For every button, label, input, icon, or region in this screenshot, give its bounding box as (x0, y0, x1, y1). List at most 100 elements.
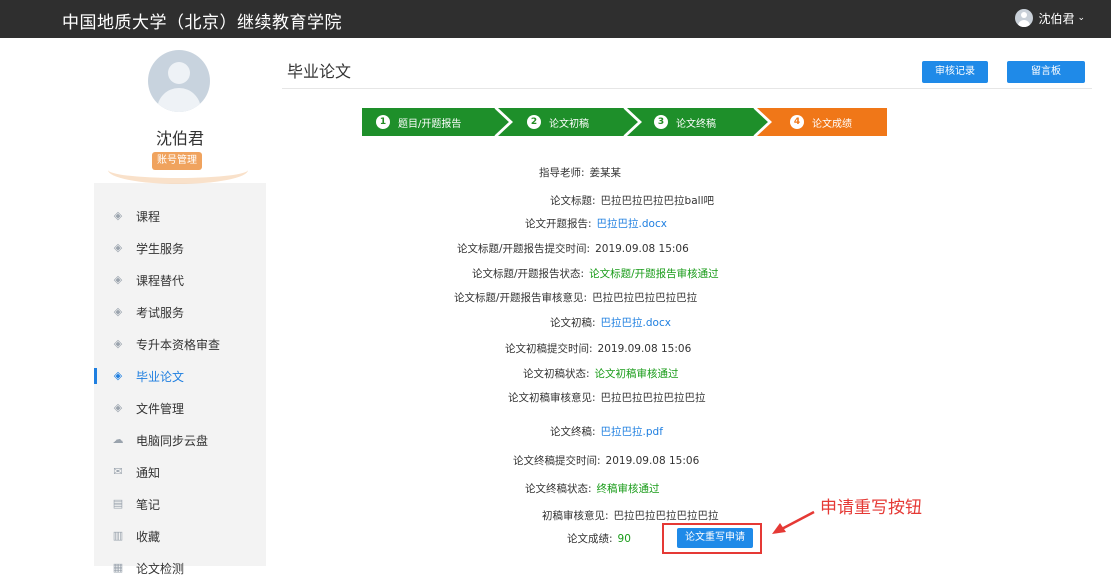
sidebar-item[interactable]: ▥ 收藏 (94, 520, 266, 552)
title-label: 论文标题: (550, 195, 596, 207)
sidebar-item[interactable]: ◈ 专升本资格审查 (94, 328, 266, 360)
draft-opinion-label: 论文初稿审核意见: (508, 392, 596, 404)
proposal-time-row: 论文标题/开题报告提交时间: 2019.09.08 15:06 (457, 241, 689, 256)
sidebar-item-label: 专升本资格审查 (136, 337, 221, 352)
profile-name: 沈伯君 (155, 129, 204, 148)
draft-status-label: 论文初稿状态: (523, 368, 590, 380)
graduation-cap-icon: ◈ (113, 273, 123, 286)
score-value: 90 (617, 533, 631, 545)
step-number: 4 (790, 115, 804, 129)
draft-label: 论文初稿: (550, 317, 596, 329)
draft-file-link[interactable]: 巴拉巴拉.docx (601, 317, 671, 329)
final-file-link[interactable]: 巴拉巴拉.pdf (601, 426, 663, 438)
sidebar-item[interactable]: ▦ 论文检测 (94, 552, 266, 584)
step-label: 题目/开题报告 (398, 118, 462, 130)
advisor-row: 指导老师: 姜某某 (539, 165, 621, 180)
final-status-label: 论文终稿状态: (525, 483, 592, 495)
account-management-button[interactable]: 账号管理 (152, 152, 202, 170)
sidebar-item-label: 通知 (136, 465, 161, 480)
sidebar-item-label: 考试服务 (136, 305, 185, 320)
top-bar: 中国地质大学（北京）继续教育学院 沈伯君 ⌄ (0, 0, 1111, 38)
graduation-cap-icon: ◈ (113, 305, 123, 318)
step-label: 论文成绩 (812, 118, 852, 130)
final-opinion-value: 巴拉巴拉巴拉巴拉巴拉 (613, 510, 719, 522)
title-row: 论文标题: 巴拉巴拉巴拉巴拉ball吧 (550, 193, 714, 208)
main-content: 毕业论文 审核记录 留言板 1 题目/开题报告 2 论文初稿 3 论文终稿 4 论文成绩… (282, 38, 1092, 566)
final-time-row: 论文终稿提交时间: 2019.09.08 15:06 (513, 453, 699, 468)
graduation-cap-icon: ◈ (113, 209, 123, 222)
step-number: 1 (376, 115, 390, 129)
step-final-draft[interactable]: 3 论文终稿 (654, 108, 716, 136)
site-title: 中国地质大学（北京）继续教育学院 (62, 13, 342, 33)
sidebar-item[interactable]: ◈ 毕业论文 (94, 360, 266, 392)
proposal-row: 论文开题报告: 巴拉巴拉.docx (525, 216, 667, 231)
sidebar-nav: ◈ 课程 ◈ 学生服务 ◈ 课程替代 ◈ 考试服务 ◈ 专升本资格审查 ◈ 毕业论文 ◈ 文件管理 ☁ 电脑同… (94, 200, 266, 584)
user-menu[interactable]: 沈伯君 ⌄ (1015, 9, 1085, 27)
sidebar-item[interactable]: ◈ 课程替代 (94, 264, 266, 296)
step-topic-proposal[interactable]: 1 题目/开题报告 (376, 108, 461, 136)
final-label: 论文终稿: (550, 426, 596, 438)
proposal-time-value: 2019.09.08 15:06 (595, 243, 689, 255)
sidebar-item[interactable]: ✉ 通知 (94, 456, 266, 488)
sidebar-item[interactable]: ◈ 学生服务 (94, 232, 266, 264)
rewrite-application-button[interactable]: 论文重写申请 (677, 528, 753, 548)
final-opinion-label: 初稿审核意见: (542, 510, 609, 522)
sidebar-item[interactable]: ◈ 考试服务 (94, 296, 266, 328)
sidebar-item-label: 论文检测 (136, 561, 185, 576)
avatar (148, 50, 210, 112)
note-icon: ▤ (112, 497, 124, 510)
annotation-label: 申请重写按钮 (820, 498, 922, 518)
annotation-arrow-icon (772, 510, 815, 534)
sidebar-item[interactable]: ▤ 笔记 (94, 488, 266, 520)
sidebar-item[interactable]: ◈ 文件管理 (94, 392, 266, 424)
draft-status-value: 论文初稿审核通过 (594, 368, 679, 380)
sidebar-item-label: 课程 (136, 209, 161, 224)
proposal-status-label: 论文标题/开题报告状态: (472, 268, 585, 280)
draft-time-label: 论文初稿提交时间: (505, 343, 593, 355)
draft-opinion-value: 巴拉巴拉巴拉巴拉巴拉 (600, 392, 706, 404)
step-first-draft[interactable]: 2 论文初稿 (527, 108, 589, 136)
progress-steps: 1 题目/开题报告 2 论文初稿 3 论文终稿 4 论文成绩 (362, 108, 887, 136)
book-icon: ▥ (112, 529, 124, 542)
user-name: 沈伯君 (1038, 11, 1075, 26)
user-avatar-icon (1015, 9, 1034, 27)
sidebar-item[interactable]: ◈ 课程 (94, 200, 266, 232)
proposal-status-value: 论文标题/开题报告审核通过 (589, 268, 719, 280)
message-board-button[interactable]: 留言板 (1007, 61, 1085, 83)
chevron-down-icon: ⌄ (1077, 13, 1085, 23)
score-label: 论文成绩: (567, 533, 613, 545)
sidebar-item-label: 学生服务 (136, 241, 185, 256)
graduation-cap-icon: ◈ (113, 401, 123, 414)
final-time-label: 论文终稿提交时间: (513, 455, 601, 467)
sidebar-item[interactable]: ☁ 电脑同步云盘 (94, 424, 266, 456)
proposal-time-label: 论文标题/开题报告提交时间: (457, 243, 591, 255)
graduation-cap-icon: ◈ (113, 369, 123, 382)
proposal-file-link[interactable]: 巴拉巴拉.docx (597, 218, 667, 230)
step-number: 2 (527, 115, 541, 129)
cloud-icon: ☁ (112, 433, 124, 446)
final-row: 论文终稿: 巴拉巴拉.pdf (550, 424, 663, 439)
advisor-label: 指导老师: (539, 167, 585, 179)
page-title: 毕业论文 (287, 62, 352, 81)
audit-records-button[interactable]: 审核记录 (922, 61, 988, 83)
step-score[interactable]: 4 论文成绩 (790, 108, 852, 136)
sidebar-item-label: 文件管理 (136, 401, 185, 416)
draft-time-row: 论文初稿提交时间: 2019.09.08 15:06 (505, 341, 691, 356)
proposal-status-row: 论文标题/开题报告状态: 论文标题/开题报告审核通过 (472, 266, 719, 281)
document-icon: ▦ (112, 561, 124, 574)
proposal-opinion-label: 论文标题/开题报告审核意见: (454, 292, 588, 304)
final-opinion-row: 初稿审核意见: 巴拉巴拉巴拉巴拉巴拉 (542, 508, 719, 523)
profile-card: 沈伯君 账号管理 (94, 38, 266, 184)
final-time-value: 2019.09.08 15:06 (605, 455, 700, 467)
graduation-cap-icon: ◈ (113, 241, 123, 254)
sidebar-item-label: 笔记 (136, 497, 161, 512)
proposal-opinion-value: 巴拉巴拉巴拉巴拉巴拉 (592, 292, 698, 304)
title-value: 巴拉巴拉巴拉巴拉ball吧 (600, 195, 714, 207)
final-status-row: 论文终稿状态: 终稿审核通过 (525, 481, 660, 496)
proposal-opinion-row: 论文标题/开题报告审核意见: 巴拉巴拉巴拉巴拉巴拉 (454, 290, 697, 305)
score-row: 论文成绩: 90 (567, 531, 631, 546)
draft-opinion-row: 论文初稿审核意见: 巴拉巴拉巴拉巴拉巴拉 (508, 390, 706, 405)
sidebar-item-label: 毕业论文 (136, 369, 185, 384)
step-number: 3 (654, 115, 668, 129)
step-label: 论文初稿 (549, 118, 589, 130)
